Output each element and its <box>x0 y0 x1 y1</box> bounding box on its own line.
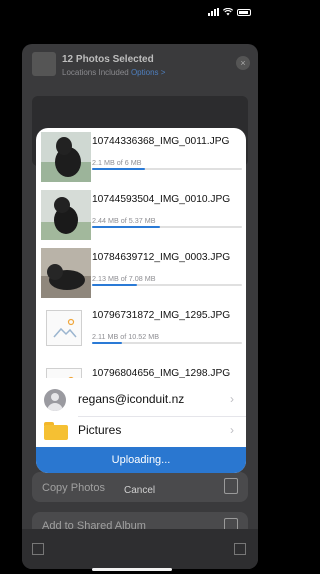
folder-icon <box>44 422 68 440</box>
upload-progress-bar <box>92 342 242 344</box>
close-icon[interactable]: × <box>236 56 250 70</box>
progress-fill <box>92 226 160 228</box>
options-link[interactable]: Options > <box>131 68 165 77</box>
file-name: 10796731872_IMG_1295.JPG <box>92 310 231 321</box>
file-size: 2.13 MB of 7.08 MB <box>92 274 156 283</box>
chevron-right-icon: › <box>230 392 234 406</box>
file-size: 2.11 MB of 10.52 MB <box>92 332 159 341</box>
photo-thumbnail <box>41 190 91 240</box>
phone-screen: 12 Photos Selected Locations Included Op… <box>0 0 265 574</box>
file-name: 10784639712_IMG_0003.JPG <box>92 252 231 263</box>
locations-label: Locations Included <box>62 68 129 77</box>
share-sheet-subtitle: Locations Included Options > <box>62 68 165 77</box>
wifi-icon <box>223 8 233 16</box>
account-row[interactable]: regans@iconduit.nz › <box>36 384 246 416</box>
trash-icon <box>234 543 246 555</box>
share-sheet-header: 12 Photos Selected Locations Included Op… <box>22 44 258 82</box>
upload-status-bar: Uploading... <box>36 447 246 473</box>
home-indicator <box>92 568 172 571</box>
upload-progress-bar <box>92 168 242 170</box>
progress-fill <box>92 284 137 286</box>
cancel-button[interactable]: Cancel <box>124 485 155 496</box>
upload-progress-bar <box>92 284 242 286</box>
upload-dialog: 10744336368_IMG_0011.JPG 2.1 MB of 6 MB … <box>36 128 246 473</box>
photo-thumbnail <box>41 248 91 298</box>
bottom-toolbar <box>22 529 258 569</box>
folder-row[interactable]: Pictures › <box>36 417 246 447</box>
chevron-right-icon: › <box>230 423 234 437</box>
upload-file-row: 10744593504_IMG_0010.JPG 2.44 MB of 5.37… <box>36 186 246 244</box>
account-email: regans@iconduit.nz <box>78 392 185 406</box>
share-sheet-title: 12 Photos Selected <box>62 54 154 65</box>
battery-icon <box>237 8 251 16</box>
upload-file-row: 10744336368_IMG_0011.JPG 2.1 MB of 6 MB <box>36 128 246 186</box>
upload-file-list: 10744336368_IMG_0011.JPG 2.1 MB of 6 MB … <box>36 128 246 378</box>
folder-name: Pictures <box>78 423 122 437</box>
copy-icon <box>224 478 238 494</box>
status-icons <box>208 8 251 16</box>
progress-fill <box>92 168 145 170</box>
file-name: 10744593504_IMG_0010.JPG <box>92 194 231 205</box>
file-name: 10796804656_IMG_1298.JPG <box>92 368 231 378</box>
signal-icon <box>208 8 219 16</box>
photo-thumbnail <box>41 132 91 182</box>
file-size: 2.44 MB of 5.37 MB <box>92 216 156 225</box>
upload-progress-bar <box>92 226 242 228</box>
copy-photos-label: Copy Photos <box>42 482 105 494</box>
image-placeholder-icon <box>46 368 82 378</box>
share-icon <box>32 543 44 555</box>
avatar <box>44 389 66 411</box>
image-placeholder-icon <box>46 310 82 346</box>
upload-file-row: 10784639712_IMG_0003.JPG 2.13 MB of 7.08… <box>36 244 246 302</box>
upload-file-row: 10796804656_IMG_1298.JPG <box>36 360 246 378</box>
progress-fill <box>92 342 122 344</box>
selection-thumbnail <box>32 52 56 76</box>
file-size: 2.1 MB of 6 MB <box>92 158 142 167</box>
upload-file-row: 10796731872_IMG_1295.JPG 2.11 MB of 10.5… <box>36 302 246 360</box>
status-bar <box>0 0 265 22</box>
file-name: 10744336368_IMG_0011.JPG <box>92 136 230 147</box>
